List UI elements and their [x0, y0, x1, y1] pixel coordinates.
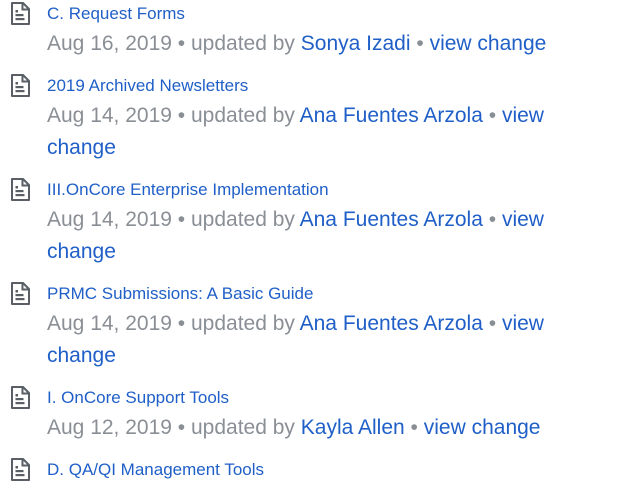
- bullet-separator: •: [177, 312, 186, 335]
- update-meta: Aug 16, 2019 • updated by Sonya Izadi • …: [47, 28, 617, 60]
- list-item: III.OnCore Enterprise Implementation Aug…: [0, 176, 621, 268]
- bullet-separator: •: [177, 416, 186, 439]
- update-meta: Aug 14, 2019 • updated by Ana Fuentes Ar…: [47, 308, 617, 372]
- page-icon: [8, 457, 34, 483]
- bullet-separator: •: [410, 416, 418, 439]
- bullet-separator: •: [416, 32, 424, 55]
- page-icon: [8, 1, 34, 27]
- view-change-link[interactable]: view change: [424, 416, 541, 439]
- bullet-separator: •: [177, 104, 186, 127]
- bullet-separator: •: [488, 208, 497, 231]
- update-date: Aug 14, 2019: [47, 104, 172, 127]
- list-item: D. QA/QI Management Tools: [0, 456, 621, 484]
- updated-by-text: updated by: [191, 104, 295, 127]
- page-title-link[interactable]: 2019 Archived Newsletters: [47, 72, 621, 100]
- author-link[interactable]: Ana Fuentes Arzola: [300, 312, 483, 335]
- page-title-link[interactable]: I. OnCore Support Tools: [47, 384, 621, 412]
- recently-updated-feed: C. Request Forms Aug 16, 2019 • updated …: [0, 0, 621, 496]
- updated-by-text: updated by: [191, 208, 295, 231]
- author-link[interactable]: Sonya Izadi: [301, 32, 411, 55]
- bullet-separator: •: [488, 312, 497, 335]
- update-meta: Aug 14, 2019 • updated by Ana Fuentes Ar…: [47, 100, 617, 164]
- updated-by-text: updated by: [191, 312, 295, 335]
- page-title-link[interactable]: D. QA/QI Management Tools: [47, 456, 621, 484]
- update-meta: Aug 14, 2019 • updated by Ana Fuentes Ar…: [47, 204, 617, 268]
- list-item: 2019 Archived Newsletters Aug 14, 2019 •…: [0, 72, 621, 164]
- bullet-separator: •: [177, 32, 186, 55]
- update-date: Aug 12, 2019: [47, 416, 172, 439]
- list-item: I. OnCore Support Tools Aug 12, 2019 • u…: [0, 384, 621, 444]
- bullet-separator: •: [177, 208, 186, 231]
- list-item: C. Request Forms Aug 16, 2019 • updated …: [0, 0, 621, 60]
- author-link[interactable]: Kayla Allen: [301, 416, 405, 439]
- page-title-link[interactable]: PRMC Submissions: A Basic Guide: [47, 280, 621, 308]
- page-icon: [8, 177, 34, 203]
- page-icon: [8, 385, 34, 411]
- page-icon: [8, 281, 34, 307]
- view-change-link[interactable]: view change: [430, 32, 547, 55]
- author-link[interactable]: Ana Fuentes Arzola: [300, 208, 483, 231]
- updated-by-text: updated by: [191, 416, 295, 439]
- update-date: Aug 14, 2019: [47, 208, 172, 231]
- page-title-link[interactable]: III.OnCore Enterprise Implementation: [47, 176, 621, 204]
- list-item: PRMC Submissions: A Basic Guide Aug 14, …: [0, 280, 621, 372]
- author-link[interactable]: Ana Fuentes Arzola: [300, 104, 483, 127]
- update-meta: Aug 12, 2019 • updated by Kayla Allen • …: [47, 412, 617, 444]
- page-icon: [8, 73, 34, 99]
- updated-by-text: updated by: [191, 32, 295, 55]
- page-title-link[interactable]: C. Request Forms: [47, 0, 621, 28]
- update-date: Aug 14, 2019: [47, 312, 172, 335]
- update-date: Aug 16, 2019: [47, 32, 172, 55]
- bullet-separator: •: [488, 104, 497, 127]
